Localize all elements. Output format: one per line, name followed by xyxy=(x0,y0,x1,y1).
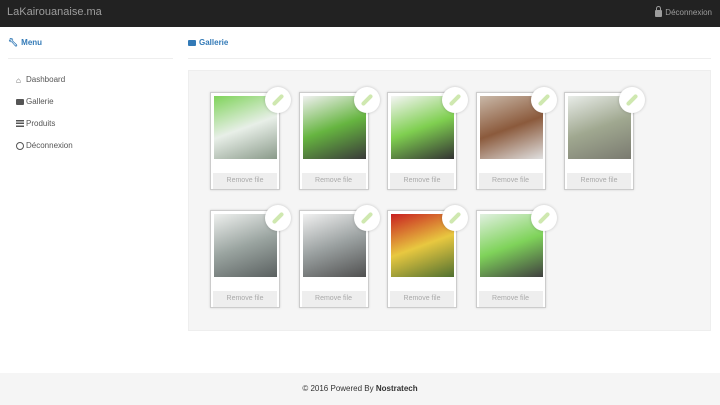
top-navbar: LaKairouanaise.ma Déconnexion xyxy=(0,0,720,27)
remove-file-button[interactable]: Remove file xyxy=(478,173,543,189)
gallery-image-card[interactable]: Remove file xyxy=(210,87,291,190)
upload-success-icon xyxy=(530,205,557,231)
remove-file-button[interactable]: Remove file xyxy=(390,291,454,307)
page-title-label: Gallerie xyxy=(199,38,229,47)
gallery-image-card[interactable]: Remove file xyxy=(475,205,557,308)
wrench-icon: 🔧︎ xyxy=(8,38,19,47)
upload-success-icon xyxy=(265,87,291,113)
brand-link[interactable]: LaKairouanaise.ma xyxy=(7,6,102,18)
menu-title: 🔧︎ Menu xyxy=(8,38,42,47)
power-icon xyxy=(16,141,24,150)
upload-success-icon xyxy=(353,205,380,231)
upload-success-icon xyxy=(442,205,468,231)
sidebar-item-label: Dashboard xyxy=(26,75,66,84)
upload-success-icon xyxy=(442,87,468,113)
footer-text: © 2016 Powered By xyxy=(302,384,376,393)
upload-success-icon xyxy=(265,205,291,231)
sidebar-item-produits[interactable]: Produits xyxy=(16,119,55,128)
sidebar-item-dashboard[interactable]: ⌂ Dashboard xyxy=(16,75,66,85)
remove-file-button[interactable]: Remove file xyxy=(478,291,543,307)
logout-link[interactable]: Déconnexion xyxy=(655,6,712,17)
camera-icon xyxy=(188,39,196,46)
sidebar-item-deconnexion[interactable]: Déconnexion xyxy=(16,141,73,150)
sidebar-item-label: Déconnexion xyxy=(26,141,73,150)
gallery-image-card[interactable]: Remove file xyxy=(387,205,468,308)
sidebar-item-gallerie[interactable]: Gallerie xyxy=(16,97,54,106)
list-icon xyxy=(16,119,24,128)
upload-success-icon xyxy=(353,87,380,113)
remove-file-button[interactable]: Remove file xyxy=(213,291,277,307)
page-title: Gallerie xyxy=(188,38,228,47)
menu-title-label: Menu xyxy=(21,38,43,47)
home-icon: ⌂ xyxy=(16,75,21,85)
remove-file-button[interactable]: Remove file xyxy=(301,291,366,307)
remove-file-button[interactable]: Remove file xyxy=(390,173,454,189)
sidebar-item-label: Gallerie xyxy=(26,97,54,106)
sidebar-item-label: Produits xyxy=(26,119,56,128)
upload-success-icon xyxy=(619,87,645,113)
footer-company: Nostratech xyxy=(375,384,418,393)
lock-icon xyxy=(655,6,663,17)
gallery-image-card[interactable]: Remove file xyxy=(387,87,468,190)
camera-icon xyxy=(16,98,24,105)
gallery-image-card[interactable]: Remove file xyxy=(475,87,557,190)
remove-file-button[interactable]: Remove file xyxy=(213,173,277,189)
footer: © 2016 Powered By Nostratech xyxy=(0,373,720,405)
gallery-image-card[interactable]: Remove file xyxy=(564,87,645,190)
remove-file-button[interactable]: Remove file xyxy=(301,173,366,189)
logout-label: Déconnexion xyxy=(665,8,712,17)
upload-success-icon xyxy=(530,87,557,113)
gallery-image-card[interactable]: Remove file xyxy=(210,205,291,308)
gallery-image-card[interactable]: Remove file xyxy=(298,87,380,190)
gallery-image-card[interactable]: Remove file xyxy=(298,205,380,308)
remove-file-button[interactable]: Remove file xyxy=(567,173,631,189)
